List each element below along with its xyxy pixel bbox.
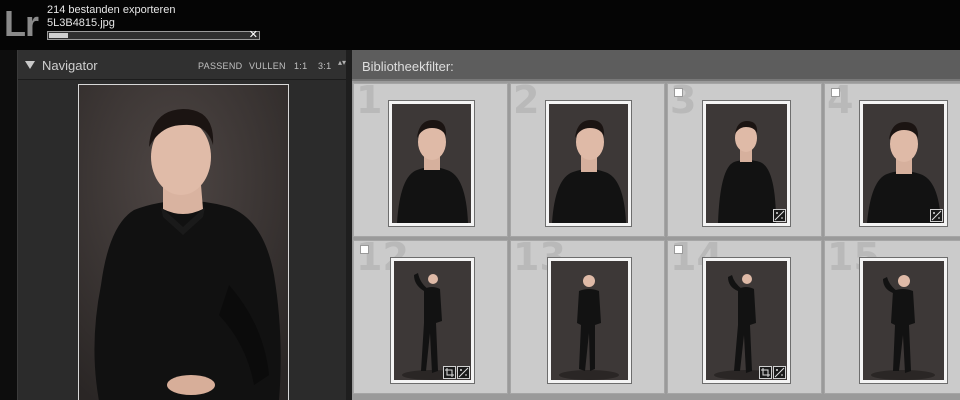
navigator-title: Navigator [42,58,98,73]
photo-thumbnail[interactable] [702,257,791,384]
zoom-more-icon[interactable]: ▴▾ [338,59,346,67]
grid-cell[interactable]: 1 [353,78,508,237]
grid-cell[interactable]: 3 [667,78,822,237]
develop-adjusted-badge-icon[interactable] [773,366,786,379]
quick-collection-flag[interactable] [831,88,840,97]
photo-thumbnail[interactable] [859,257,948,384]
zoom-fill-option[interactable]: VULLEN [249,61,286,71]
grid-cell[interactable]: 13 [510,235,665,394]
left-panel-edge[interactable] [0,50,17,400]
grid-cell[interactable]: 12 [353,235,508,394]
photo-thumbnail[interactable] [547,257,632,384]
quick-collection-flag[interactable] [674,88,683,97]
collapse-triangle-icon[interactable] [25,61,35,69]
develop-adjusted-badge-icon[interactable] [457,366,470,379]
navigator-panel: Navigator PASSEND VULLEN 1:1 3:1 ▴▾ [17,50,348,400]
export-task-title: 214 bestanden exporteren [47,4,176,16]
develop-adjusted-badge-icon[interactable] [773,209,786,222]
develop-adjusted-badge-icon[interactable] [930,209,943,222]
zoom-3to1-option[interactable]: 3:1 [318,61,331,71]
activity-bar: Lr 214 bestanden exporteren 5L3B4815.jpg… [0,0,960,50]
cancel-export-icon[interactable]: ✕ [249,28,258,42]
crop-badge-icon[interactable] [759,366,772,379]
photo-thumbnail[interactable] [390,257,475,384]
cell-index: 1 [356,78,383,122]
zoom-fit-option[interactable]: PASSEND [198,61,242,71]
quick-collection-flag[interactable] [674,245,683,254]
navigator-header[interactable]: Navigator PASSEND VULLEN 1:1 3:1 ▴▾ [18,50,348,80]
lightroom-logo: Lr [4,3,39,44]
photo-thumbnail[interactable] [545,100,632,227]
grid-cell[interactable]: 4 [824,78,960,237]
cell-index: 3 [670,78,697,122]
export-current-file: 5L3B4815.jpg [47,17,115,29]
photo-thumbnail[interactable] [702,100,791,227]
crop-badge-icon[interactable] [443,366,456,379]
library-filter-label[interactable]: Bibliotheekfilter: [362,59,454,74]
cell-index: 4 [827,78,854,122]
library-filter-bar: Bibliotheekfilter: [352,50,960,81]
library-grid-view: Bibliotheekfilter: 1 2 3 4 12 13 14 15 [352,50,960,400]
export-progress-bar: ✕ [47,28,260,42]
cell-index: 2 [513,78,540,122]
photo-thumbnail[interactable] [859,100,948,227]
quick-collection-flag[interactable] [360,245,369,254]
grid-cell[interactable]: 2 [510,78,665,237]
grid-cell[interactable]: 14 [667,235,822,394]
zoom-1to1-option[interactable]: 1:1 [294,61,307,71]
export-progress-fill [49,33,68,38]
photo-thumbnail[interactable] [388,100,475,227]
grid-cell[interactable]: 15 [824,235,960,394]
navigator-preview-image[interactable] [78,84,289,400]
